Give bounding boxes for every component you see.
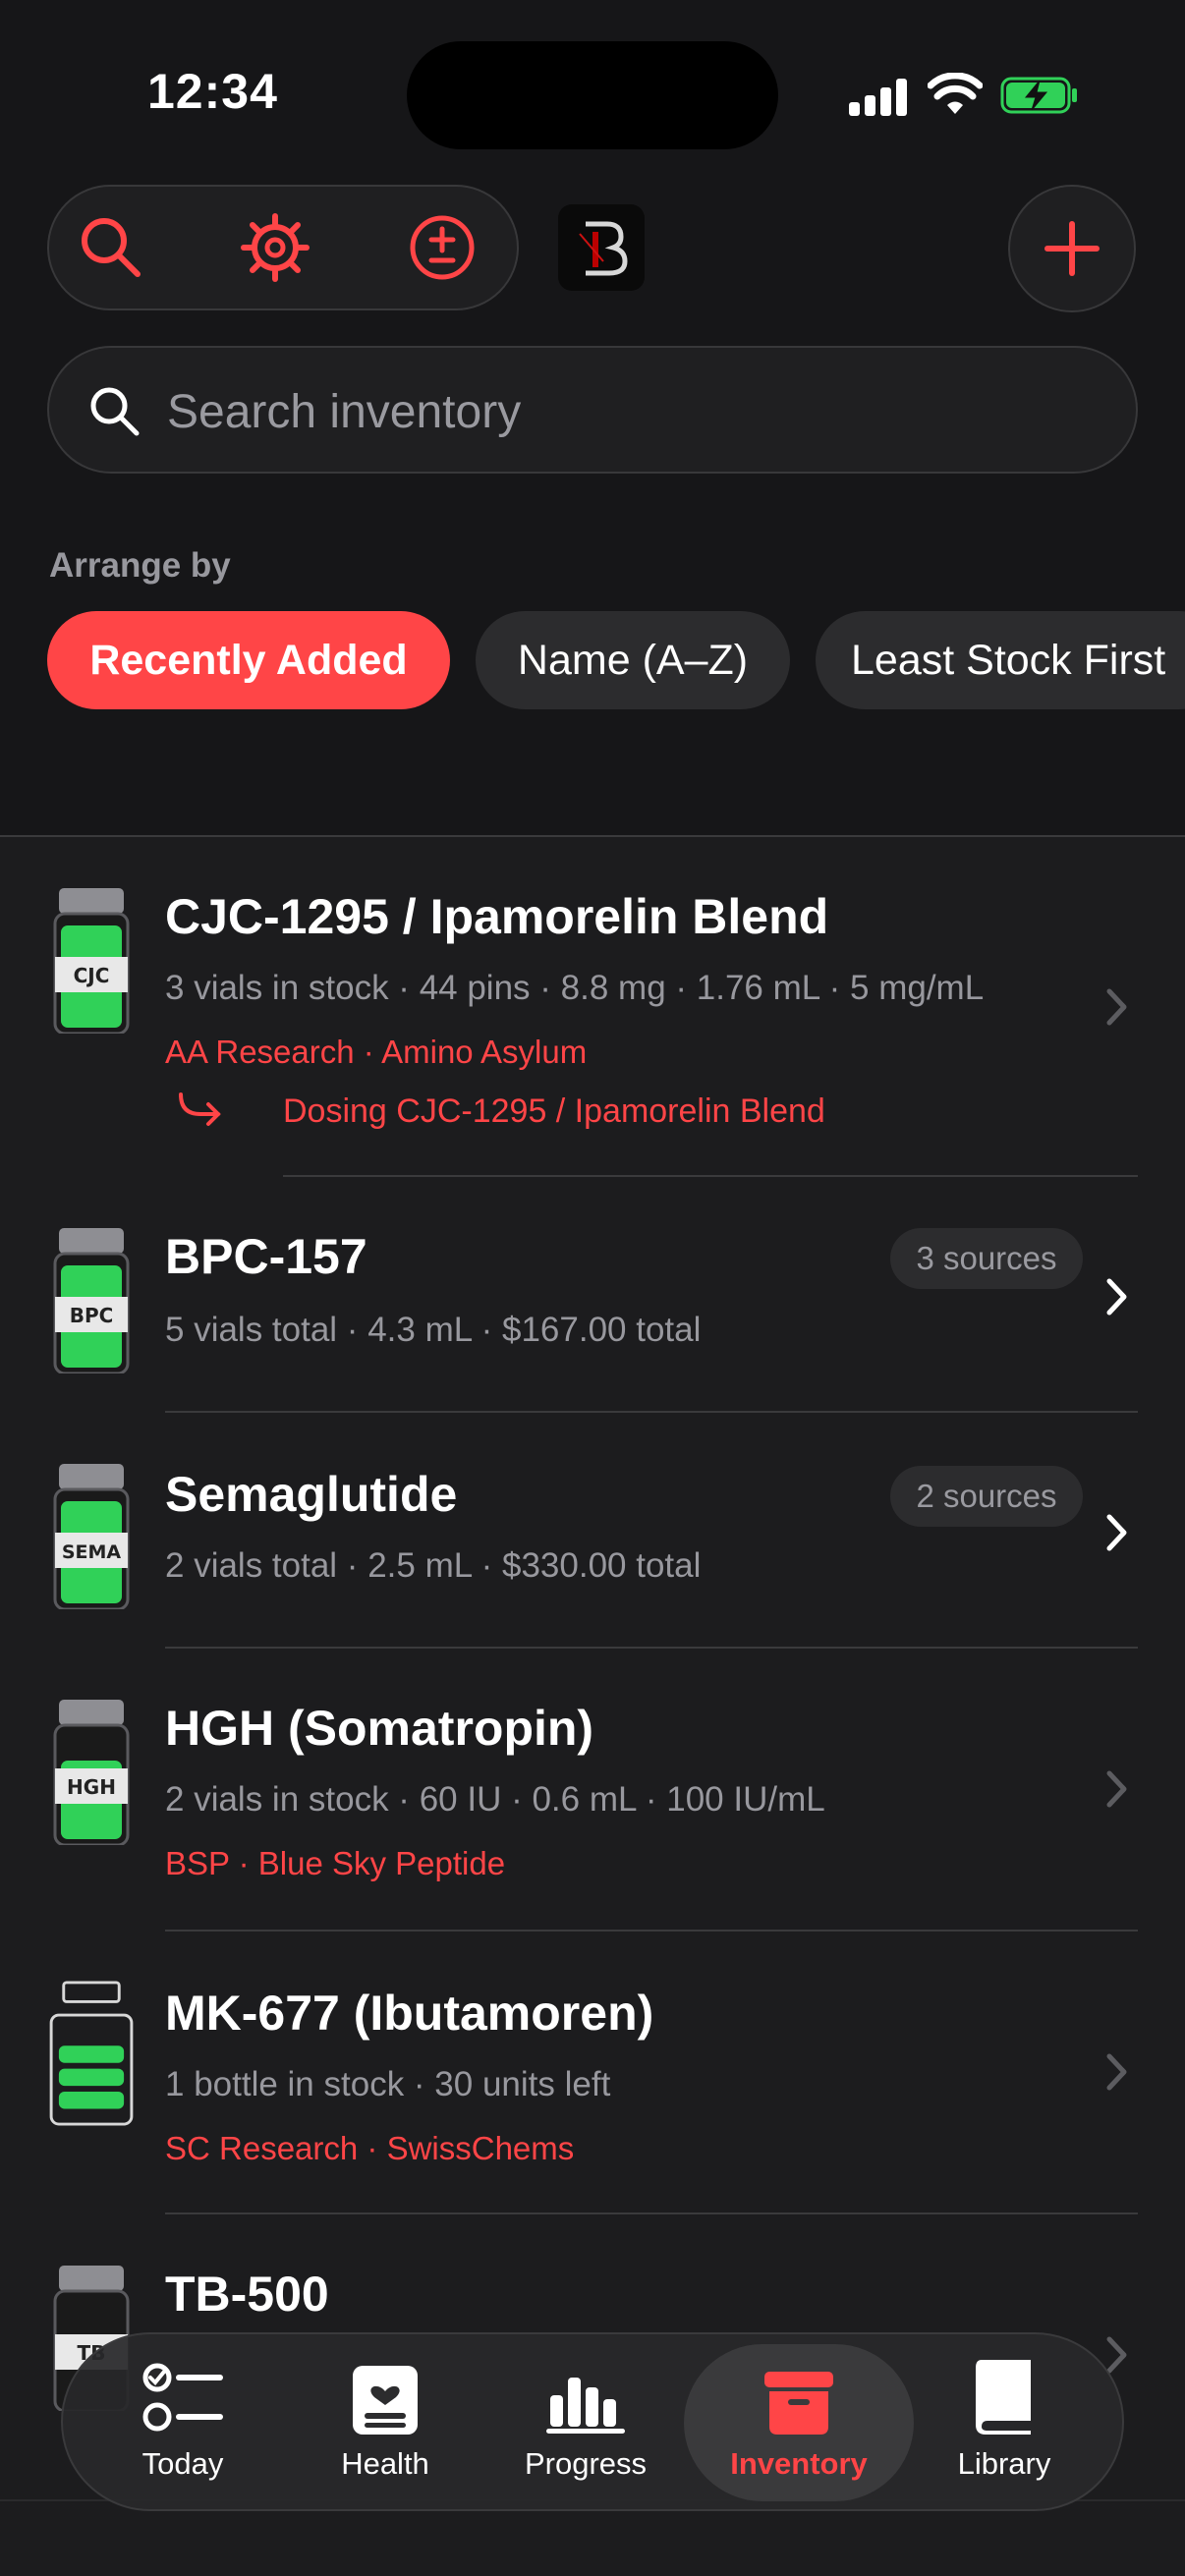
wifi-icon [928, 73, 983, 114]
plus-minus-button[interactable] [383, 187, 501, 308]
dosing-link[interactable]: Dosing CJC-1295 / Ipamorelin Blend [283, 1092, 825, 1131]
signal-icon [849, 79, 908, 116]
toolbar-group [47, 185, 519, 310]
list-item[interactable]: SEMA Semaglutide 2 sources 2 vials total… [0, 1413, 1185, 1647]
checklist-icon [142, 2363, 223, 2432]
list-item[interactable]: MK-677 (Ibutamoren) 1 bottle in stock · … [0, 1932, 1185, 2212]
search-input[interactable] [165, 377, 1093, 446]
tab-label: Today [141, 2446, 224, 2481]
tab-label: Inventory [730, 2446, 868, 2481]
tab-label: Health [341, 2446, 429, 2481]
item-subtitle: 3 vials in stock · 44 pins · 8.8 mg · 1.… [165, 969, 985, 1007]
settings-button[interactable] [216, 187, 334, 308]
chevron-right-icon [1106, 2336, 1127, 2374]
list-item[interactable]: BPC BPC-157 3 sources 5 vials total · 4.… [0, 1177, 1185, 1411]
list-item[interactable]: HGH HGH (Somatropin) 2 vials in stock · … [0, 1649, 1185, 1930]
logo-icon [579, 221, 628, 276]
sort-chip-name[interactable]: Name (A–Z) [476, 611, 790, 709]
status-time: 12:34 [147, 64, 278, 119]
plus-minus-icon [410, 215, 475, 280]
book-icon [976, 2360, 1031, 2435]
item-subtitle: 2 vials in stock · 60 IU · 0.6 mL · 100 … [165, 1780, 825, 1819]
item-title: BPC-157 [165, 1229, 367, 1284]
item-title: TB-500 [165, 2267, 329, 2322]
vial-icon: HGH [53, 1700, 130, 1845]
vial-icon: SEMA [53, 1464, 130, 1609]
chevron-right-icon [1106, 1770, 1127, 1808]
list-item[interactable]: CJC CJC-1295 / Ipamorelin Blend 3 vials … [0, 837, 1185, 1177]
item-vendor: AA Research · Amino Asylum [165, 1034, 588, 1070]
tab-inventory[interactable]: Inventory [684, 2344, 914, 2501]
vial-icon: BPC [53, 1228, 130, 1373]
item-vendor: SC Research · SwissChems [165, 2130, 575, 2166]
item-subtitle: 5 vials total · 4.3 mL · $167.00 total [165, 1311, 702, 1349]
chevron-right-icon [1106, 1514, 1127, 1551]
chevron-right-icon [1106, 988, 1127, 1026]
battery-charging-icon [1000, 77, 1077, 114]
tab-label: Progress [524, 2446, 648, 2481]
app-logo[interactable] [558, 204, 645, 291]
chevron-right-icon [1106, 2053, 1127, 2091]
tab-label: Library [957, 2446, 1051, 2481]
search-icon [90, 387, 140, 436]
item-title: Semaglutide [165, 1467, 458, 1522]
tab-health[interactable]: Health [287, 2344, 483, 2501]
sources-badge: 3 sources [890, 1228, 1083, 1289]
plus-icon [1044, 221, 1100, 276]
dynamic-island [407, 41, 778, 149]
item-subtitle: 1 bottle in stock · 30 units left [165, 2065, 611, 2103]
item-vendor: BSP · Blue Sky Peptide [165, 1845, 506, 1881]
vial-label: SEMA [62, 1541, 122, 1563]
archive-box-icon [764, 2372, 833, 2435]
item-title: MK-677 (Ibutamoren) [165, 1986, 654, 2041]
gear-icon [241, 213, 310, 282]
sort-chip-recently-added[interactable]: Recently Added [47, 611, 450, 709]
bottle-icon [49, 1981, 134, 2126]
return-arrow-icon [179, 1092, 221, 1126]
vial-label: CJC [74, 964, 110, 987]
tab-progress[interactable]: Progress [487, 2344, 684, 2501]
vial-icon: CJC [53, 888, 130, 1034]
vial-label: HGH [67, 1775, 116, 1799]
search-button[interactable] [52, 187, 170, 308]
item-title: HGH (Somatropin) [165, 1701, 594, 1756]
sort-chip-least-stock[interactable]: Least Stock First [816, 611, 1185, 709]
tab-library[interactable]: Library [906, 2344, 1102, 2501]
add-button[interactable] [1008, 185, 1136, 312]
chevron-right-icon [1106, 1278, 1127, 1316]
item-title: CJC-1295 / Ipamorelin Blend [165, 889, 829, 944]
search-bar[interactable] [47, 346, 1138, 474]
arrange-label: Arrange by [49, 546, 231, 585]
bar-chart-icon [546, 2378, 625, 2434]
tab-today[interactable]: Today [85, 2344, 281, 2501]
item-subtitle: 2 vials total · 2.5 mL · $330.00 total [165, 1546, 702, 1585]
search-icon [82, 218, 141, 277]
vial-label: BPC [70, 1304, 114, 1327]
tab-bar: Today Health Progress Inventory Library [61, 2332, 1124, 2511]
health-record-icon [353, 2366, 418, 2435]
sources-badge: 2 sources [890, 1466, 1083, 1527]
